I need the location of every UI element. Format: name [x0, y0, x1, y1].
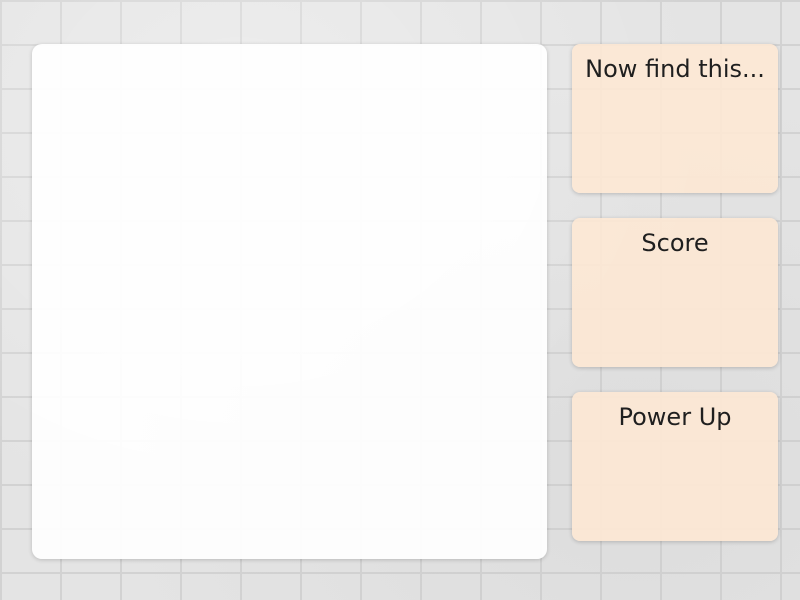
power-up-panel[interactable]: Power Up — [572, 392, 778, 541]
score-title: Score — [641, 229, 709, 257]
score-panel: Score — [572, 218, 778, 367]
power-up-title: Power Up — [618, 403, 732, 431]
target-prompt-title: Now find this... — [585, 55, 765, 83]
game-board[interactable] — [32, 44, 547, 559]
target-prompt-panel: Now find this... — [572, 44, 778, 193]
